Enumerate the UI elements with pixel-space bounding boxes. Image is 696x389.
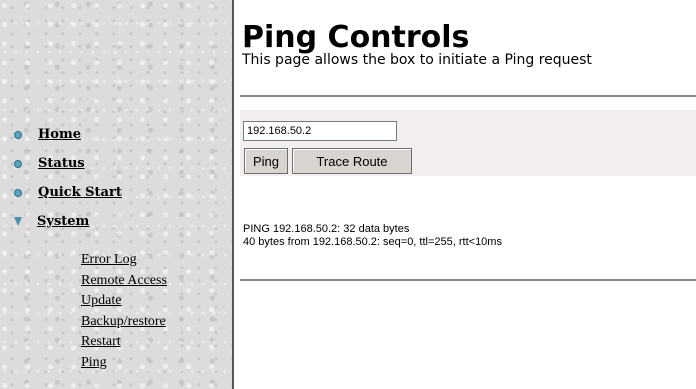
nav-link-home[interactable]: Home bbox=[38, 127, 81, 142]
trace-route-button[interactable]: Trace Route bbox=[292, 148, 412, 174]
subnav-item: Restart bbox=[81, 330, 167, 351]
nav-item-status[interactable]: Status bbox=[14, 149, 122, 178]
nav-link-quick-start[interactable]: Quick Start bbox=[38, 185, 122, 200]
nav-link-status[interactable]: Status bbox=[38, 156, 85, 171]
subnav-item: Backup/restore bbox=[81, 310, 167, 331]
nav-item-quick-start[interactable]: Quick Start bbox=[14, 178, 122, 207]
circle-bullet-icon bbox=[14, 188, 22, 197]
subnav-link-error-log[interactable]: Error Log bbox=[81, 252, 137, 267]
ping-output-line: PING 192.168.50.2: 32 data bytes bbox=[243, 223, 410, 235]
main-nav: Home Status Quick Start System bbox=[14, 120, 122, 236]
nav-link-system[interactable]: System bbox=[37, 214, 89, 229]
system-subnav: Error Log Remote Access Update Backup/re… bbox=[81, 248, 167, 371]
top-rule bbox=[240, 95, 696, 97]
nav-item-system[interactable]: System bbox=[14, 207, 122, 236]
subnav-item: Update bbox=[81, 289, 167, 310]
circle-bullet-icon bbox=[14, 159, 22, 168]
ip-address-input[interactable] bbox=[243, 121, 397, 141]
ping-output: PING 192.168.50.2: 32 data bytes 40 byte… bbox=[243, 223, 502, 249]
subnav-item: Remote Access bbox=[81, 269, 167, 290]
subnav-link-update[interactable]: Update bbox=[81, 293, 121, 308]
subnav-item: Ping bbox=[81, 351, 167, 372]
nav-item-home[interactable]: Home bbox=[14, 120, 122, 149]
subnav-link-restart[interactable]: Restart bbox=[81, 334, 121, 349]
circle-bullet-icon bbox=[14, 130, 22, 139]
sidebar-divider bbox=[232, 0, 234, 389]
subnav-link-remote-access[interactable]: Remote Access bbox=[81, 273, 167, 288]
sidebar: Home Status Quick Start System Error Log… bbox=[0, 0, 232, 389]
ping-output-line: 40 bytes from 192.168.50.2: seq=0, ttl=2… bbox=[243, 236, 502, 248]
ping-button[interactable]: Ping bbox=[244, 148, 288, 174]
triangle-down-icon bbox=[14, 217, 22, 226]
page-title: Ping Controls bbox=[242, 20, 470, 55]
subnav-link-ping[interactable]: Ping bbox=[81, 355, 107, 370]
page-subtitle: This page allows the box to initiate a P… bbox=[242, 52, 592, 68]
subnav-item: Error Log bbox=[81, 248, 167, 269]
bottom-rule bbox=[240, 279, 696, 281]
subnav-link-backup-restore[interactable]: Backup/restore bbox=[81, 314, 166, 329]
